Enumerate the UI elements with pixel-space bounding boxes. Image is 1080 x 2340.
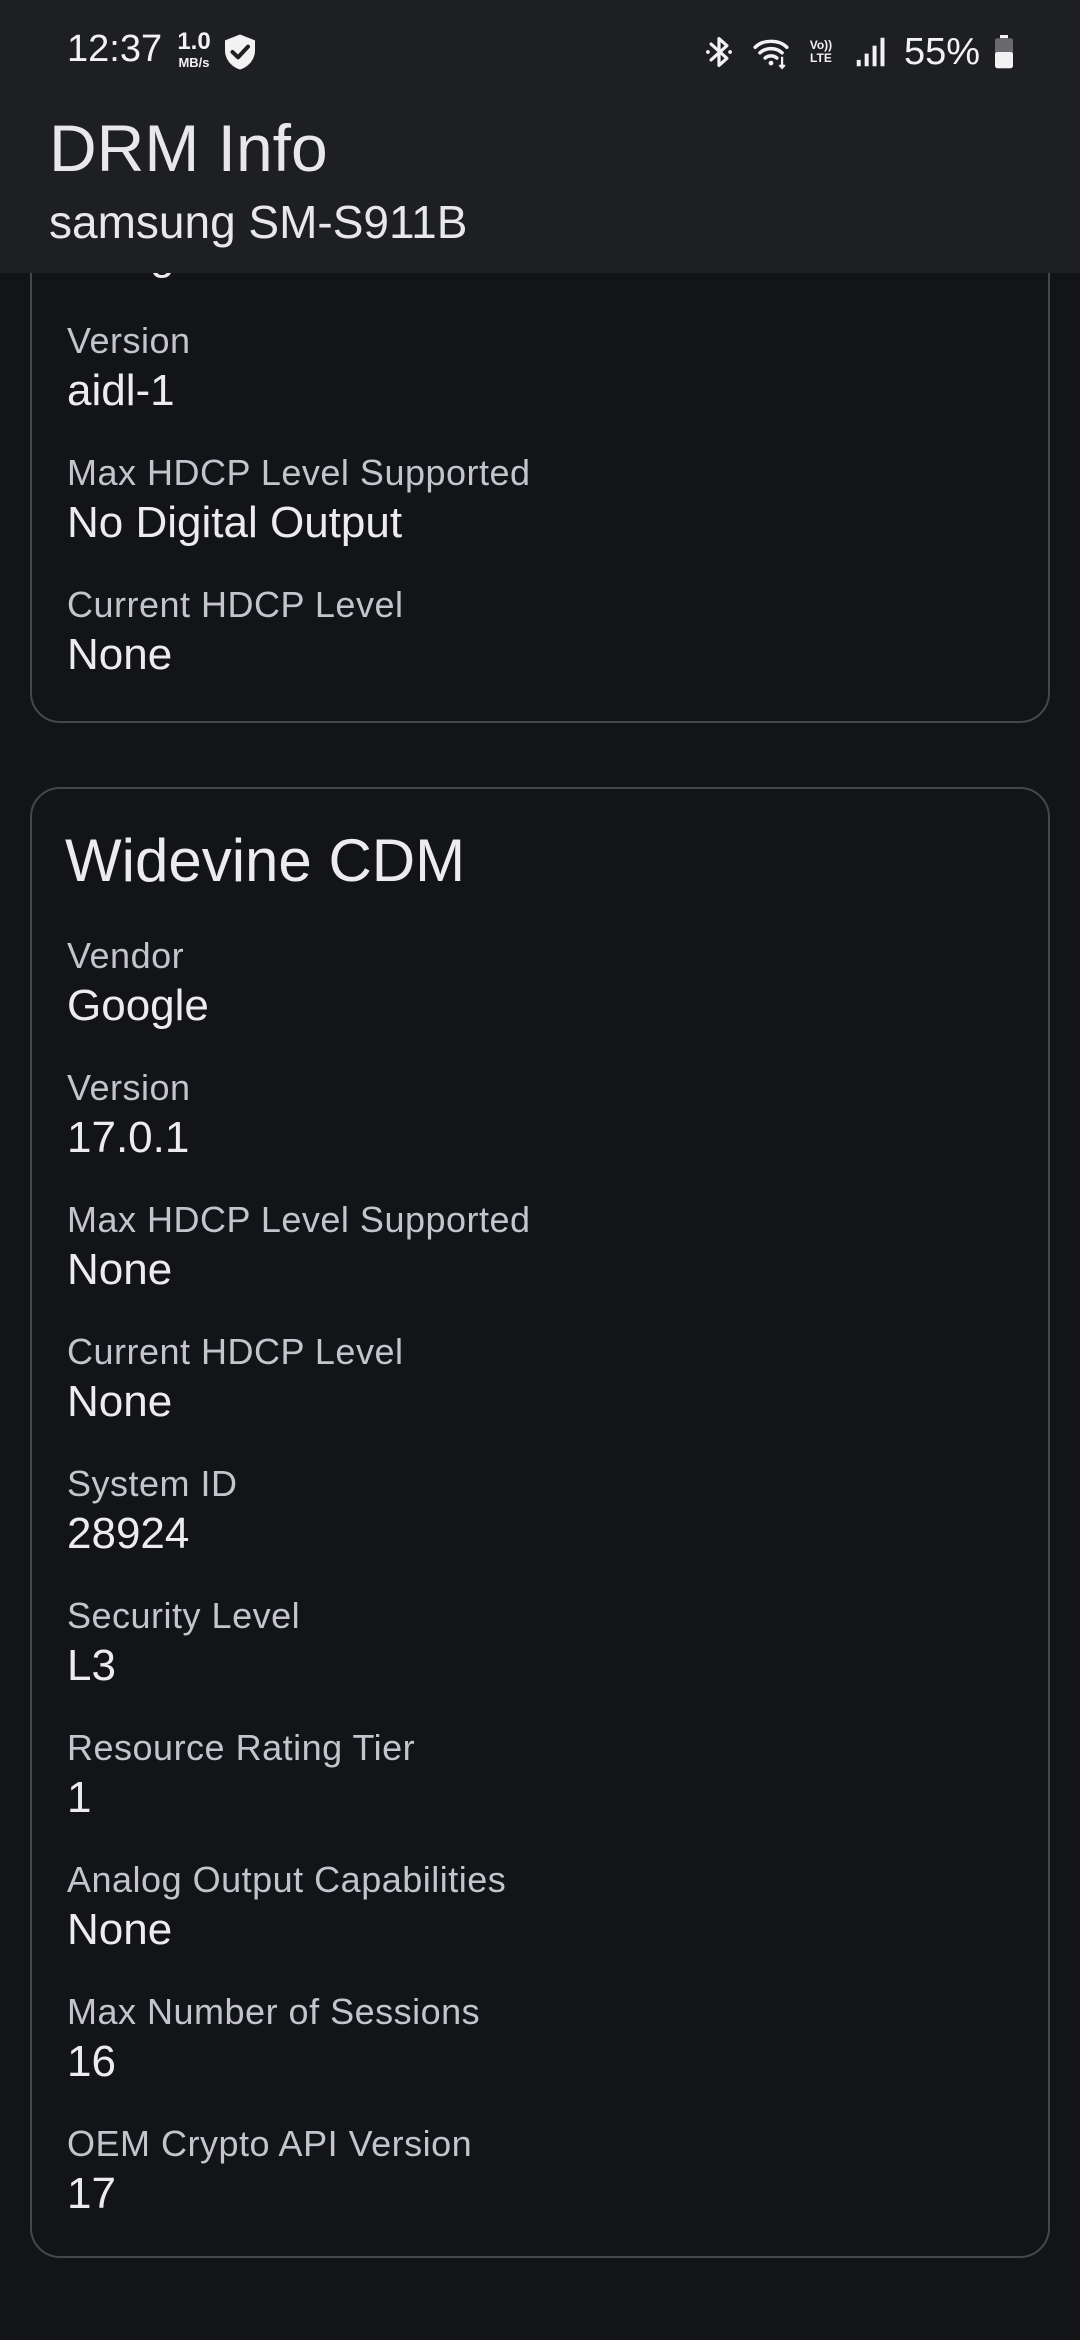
field-max-sessions: Max Number of Sessions 16 bbox=[67, 1990, 480, 2090]
field-label: Max HDCP Level Supported bbox=[67, 1199, 531, 1240]
app-bar: DRM Info samsung SM-S911B bbox=[0, 104, 1080, 273]
field-vendor: Vendor Google bbox=[67, 934, 209, 1034]
field-label: Version bbox=[67, 1067, 191, 1108]
volte-indicator: Vo)) LTE bbox=[809, 38, 833, 65]
field-value: Google bbox=[67, 981, 209, 1030]
field-value: None bbox=[67, 630, 173, 679]
field-current-hdcp-level: Current HDCP Level None bbox=[67, 583, 403, 683]
field-max-hdcp-level: Max HDCP Level Supported None bbox=[67, 1198, 531, 1298]
field-oem-crypto-api-version: OEM Crypto API Version 17 bbox=[67, 2122, 472, 2222]
field-label: Version bbox=[67, 320, 191, 361]
widevine-cdm-card: Widevine CDM Vendor Google Version 17.0.… bbox=[30, 787, 1050, 2258]
field-max-hdcp-level: Max HDCP Level Supported No Digital Outp… bbox=[67, 451, 531, 551]
field-label: OEM Crypto API Version bbox=[67, 2123, 473, 2164]
status-icons: Vo)) LTE 55% bbox=[700, 28, 1014, 76]
field-label: Security Level bbox=[67, 1595, 301, 1636]
field-label: Max Number of Sessions bbox=[67, 1991, 481, 2032]
status-bar: 12:37 1.0 MB/s Vo)) LTE 55% bbox=[0, 0, 1080, 104]
field-label: Max HDCP Level Supported bbox=[67, 452, 531, 493]
field-value: L3 bbox=[67, 1641, 116, 1690]
field-current-hdcp-level: Current HDCP Level None bbox=[67, 1330, 403, 1430]
network-speed-unit: MB/s bbox=[178, 55, 210, 70]
field-resource-rating-tier: Resource Rating Tier 1 bbox=[67, 1726, 415, 1826]
field-value: None bbox=[67, 1377, 173, 1426]
field-value: None bbox=[67, 1905, 173, 1954]
field-label: Vendor bbox=[67, 935, 185, 976]
network-speed: 1.0 MB/s bbox=[172, 28, 216, 70]
field-label: Analog Output Capabilities bbox=[67, 1859, 507, 1900]
field-label: Resource Rating Tier bbox=[67, 1727, 416, 1768]
field-value: 28924 bbox=[67, 1509, 190, 1558]
field-label: Current HDCP Level bbox=[67, 584, 404, 625]
device-name: samsung SM-S911B bbox=[49, 196, 468, 248]
drm-info-list[interactable]: Google Version aidl-1 Max HDCP Level Sup… bbox=[0, 0, 1080, 2340]
battery-percentage: 55% bbox=[903, 30, 980, 73]
field-value: 1 bbox=[67, 1773, 92, 1822]
field-value: 16 bbox=[67, 2037, 116, 2086]
field-value: None bbox=[67, 1245, 173, 1294]
field-security-level: Security Level L3 bbox=[67, 1594, 300, 1694]
card-title: Widevine CDM bbox=[65, 827, 466, 894]
field-label: System ID bbox=[67, 1463, 238, 1504]
status-time: 12:37 bbox=[67, 28, 163, 70]
field-value: No Digital Output bbox=[67, 498, 403, 547]
bluetooth-icon bbox=[705, 36, 732, 68]
shield-check-icon bbox=[225, 34, 255, 70]
field-version: Version aidl-1 bbox=[67, 319, 191, 419]
battery-icon bbox=[995, 35, 1013, 69]
network-speed-value: 1.0 bbox=[177, 28, 211, 55]
field-label: Current HDCP Level bbox=[67, 1331, 404, 1372]
wifi-icon bbox=[753, 39, 789, 70]
signal-icon bbox=[856, 37, 885, 67]
field-system-id: System ID 28924 bbox=[67, 1462, 238, 1562]
field-version: Version 17.0.1 bbox=[67, 1066, 191, 1166]
field-value: aidl-1 bbox=[67, 366, 175, 415]
app-title: DRM Info bbox=[49, 111, 328, 185]
field-analog-output-capabilities: Analog Output Capabilities None bbox=[67, 1858, 506, 1958]
field-value: 17 bbox=[67, 2169, 116, 2218]
field-value: 17.0.1 bbox=[67, 1113, 190, 1162]
